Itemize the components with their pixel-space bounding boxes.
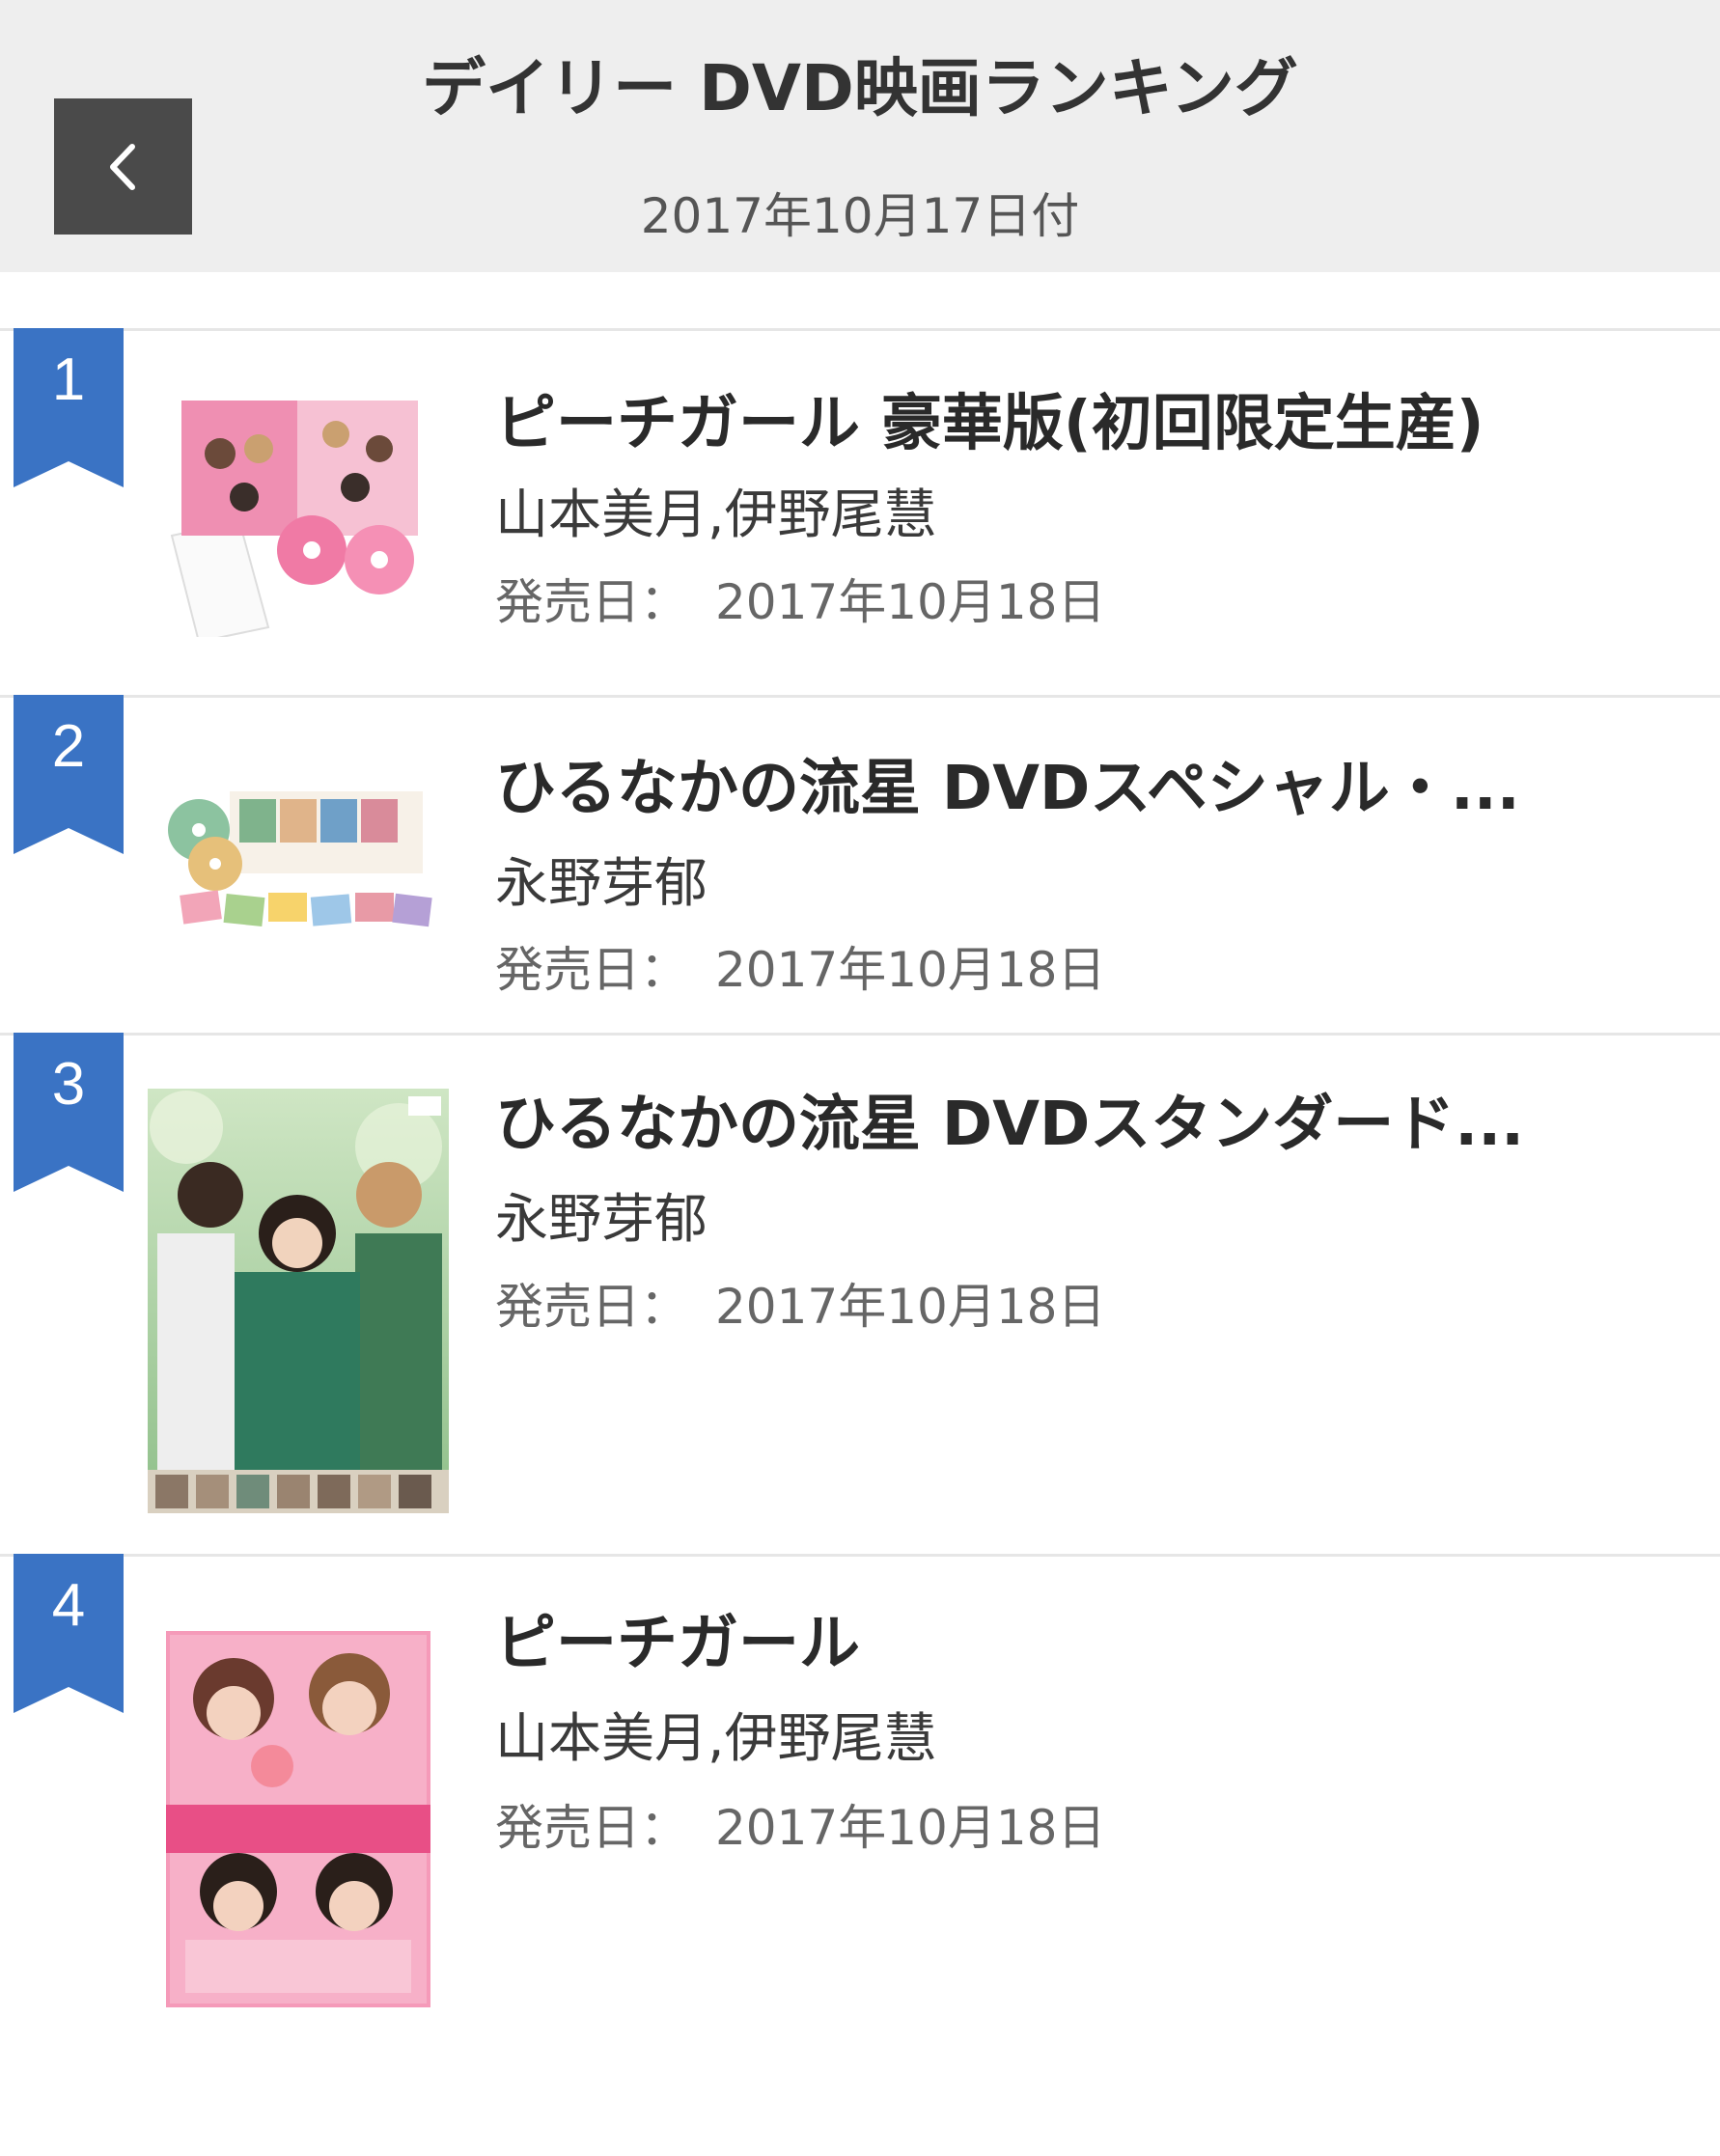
row-divider [0, 328, 1720, 331]
item-release-date: 発売日： 2017年10月18日 [495, 931, 1106, 1001]
item-artist: 永野芽郁 [495, 852, 708, 914]
item-artist: 永野芽郁 [495, 1188, 708, 1250]
release-date-value: 2017年10月18日 [715, 1279, 1106, 1335]
rank-badge: 2 [14, 695, 124, 854]
release-date-value: 2017年10月18日 [715, 574, 1106, 630]
rank-badge: 1 [14, 328, 124, 487]
ranking-row[interactable]: 4 ピーチガール 山本美月,伊野尾慧 発売日： 2017年10月18日 [0, 1554, 1720, 2075]
rank-number: 3 [51, 1051, 86, 1118]
header-bar: デイリー DVD映画ランキング 2017年10月17日付 [0, 0, 1720, 272]
item-artist: 山本美月,伊野尾慧 [495, 1707, 937, 1769]
item-title: ひるなかの流星 DVDスペシャル・... [495, 753, 1520, 823]
release-date-value: 2017年10月18日 [715, 942, 1106, 998]
rank-badge: 3 [14, 1033, 124, 1192]
row-divider [0, 1033, 1720, 1036]
release-label: 発売日： [495, 1800, 688, 1856]
item-title: ピーチガール 豪華版(初回限定生産) [495, 388, 1484, 458]
ranking-date: 2017年10月17日付 [640, 188, 1080, 244]
release-date-value: 2017年10月18日 [715, 1800, 1106, 1856]
ranking-row[interactable]: 3 ひるなかの流星 DVDスタンダード... 永野芽郁 発売日： 2017年10月 [0, 1033, 1720, 1554]
ranking-row[interactable]: 1 ピーチガール 豪華版(初回限定生産) 山本美月,伊野尾慧 発売日： 2017年… [0, 328, 1720, 695]
page-title: デイリー DVD映画ランキング [422, 51, 1298, 125]
product-thumbnail [148, 1089, 449, 1513]
row-divider [0, 695, 1720, 698]
item-release-date: 発売日： 2017年10月18日 [495, 1268, 1106, 1338]
rank-number: 4 [51, 1572, 86, 1639]
rank-number: 1 [51, 346, 86, 413]
product-thumbnail [166, 1631, 430, 2007]
row-divider [0, 1554, 1720, 1557]
release-label: 発売日： [495, 574, 688, 630]
product-thumbnail [170, 401, 418, 637]
item-title: ひるなかの流星 DVDスタンダード... [495, 1089, 1525, 1159]
rank-badge: 4 [14, 1554, 124, 1713]
release-label: 発売日： [495, 1279, 688, 1335]
release-label: 発売日： [495, 942, 688, 998]
item-title: ピーチガール [495, 1608, 860, 1678]
ranking-row[interactable]: 2 ひるなかの流星 DVDスペシャル・... 永野芽郁 発売日： 2017年10月… [0, 695, 1720, 1033]
item-release-date: 発売日： 2017年10月18日 [495, 564, 1106, 633]
product-thumbnail [168, 791, 432, 927]
rank-number: 2 [51, 713, 86, 780]
item-release-date: 発売日： 2017年10月18日 [495, 1789, 1106, 1859]
item-artist: 山本美月,伊野尾慧 [495, 484, 937, 545]
